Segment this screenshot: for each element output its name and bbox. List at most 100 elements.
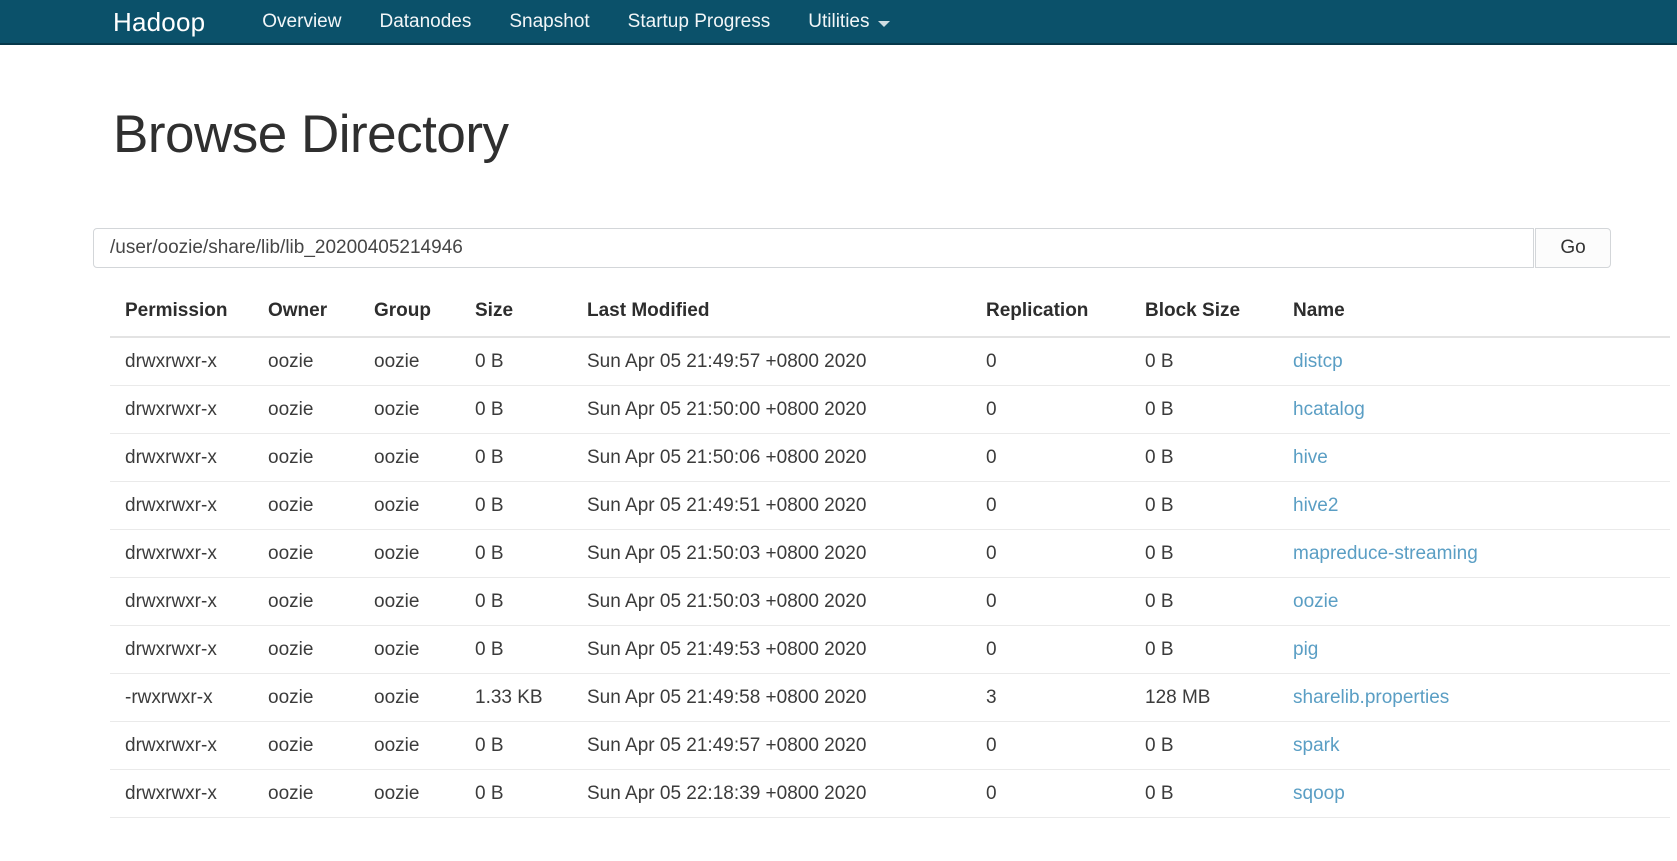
cell-group: oozie xyxy=(374,625,475,674)
cell-name: hcatalog xyxy=(1293,385,1670,434)
cell-name: sharelib.properties xyxy=(1293,673,1670,722)
cell-owner: oozie xyxy=(268,337,374,386)
path-bar: Go xyxy=(93,228,1677,268)
cell-name: oozie xyxy=(1293,577,1670,626)
file-link[interactable]: sharelib.properties xyxy=(1293,687,1449,708)
cell-last-modified: Sun Apr 05 21:50:03 +0800 2020 xyxy=(587,529,986,578)
nav-item-utilities[interactable]: Utilities xyxy=(789,12,909,31)
cell-permission: drwxrwxr-x xyxy=(110,625,268,674)
cell-replication: 0 xyxy=(986,769,1145,818)
column-header-name[interactable]: Name xyxy=(1293,300,1670,338)
cell-name: hive2 xyxy=(1293,481,1670,530)
cell-replication: 0 xyxy=(986,721,1145,770)
column-header-group[interactable]: Group xyxy=(374,300,475,338)
file-listing-table: Permission Owner Group Size Last Modifie… xyxy=(110,300,1670,818)
cell-permission: -rwxrwxr-x xyxy=(110,673,268,722)
cell-size: 0 B xyxy=(475,721,587,770)
cell-size: 0 B xyxy=(475,385,587,434)
table-row: drwxrwxr-x oozie oozie 0 B Sun Apr 05 21:49:… xyxy=(110,721,1670,770)
cell-block-size: 0 B xyxy=(1145,577,1293,626)
column-header-last-modified[interactable]: Last Modified xyxy=(587,300,986,338)
cell-block-size: 0 B xyxy=(1145,769,1293,818)
file-link[interactable]: spark xyxy=(1293,735,1339,756)
file-listing-body: drwxrwxr-x oozie oozie 0 B Sun Apr 05 21:49:… xyxy=(110,337,1670,818)
column-header-replication[interactable]: Replication xyxy=(986,300,1145,338)
cell-size: 0 B xyxy=(475,529,587,578)
cell-replication: 0 xyxy=(986,433,1145,482)
cell-block-size: 0 B xyxy=(1145,529,1293,578)
cell-permission: drwxrwxr-x xyxy=(110,385,268,434)
cell-group: oozie xyxy=(374,577,475,626)
cell-last-modified: Sun Apr 05 21:50:06 +0800 2020 xyxy=(587,433,986,482)
nav-item-datanodes-label: Datanodes xyxy=(379,11,472,32)
cell-owner: oozie xyxy=(268,673,374,722)
cell-block-size: 0 B xyxy=(1145,625,1293,674)
cell-owner: oozie xyxy=(268,433,374,482)
cell-last-modified: Sun Apr 05 21:50:00 +0800 2020 xyxy=(587,385,986,434)
nav-item-snapshot[interactable]: Snapshot xyxy=(490,12,608,31)
cell-size: 0 B xyxy=(475,337,587,386)
nav-item-snapshot-label: Snapshot xyxy=(509,11,590,32)
cell-group: oozie xyxy=(374,433,475,482)
cell-replication: 0 xyxy=(986,625,1145,674)
nav-item-utilities-label: Utilities xyxy=(808,11,870,32)
cell-last-modified: Sun Apr 05 21:49:57 +0800 2020 xyxy=(587,721,986,770)
file-link[interactable]: pig xyxy=(1293,639,1318,660)
column-header-block-size[interactable]: Block Size xyxy=(1145,300,1293,338)
nav-links: Overview Datanodes Snapshot Startup Prog… xyxy=(243,12,909,31)
table-row: drwxrwxr-x oozie oozie 0 B Sun Apr 05 21:49:… xyxy=(110,337,1670,386)
cell-permission: drwxrwxr-x xyxy=(110,577,268,626)
file-link[interactable]: distcp xyxy=(1293,351,1343,372)
cell-last-modified: Sun Apr 05 21:50:03 +0800 2020 xyxy=(587,577,986,626)
nav-item-datanodes[interactable]: Datanodes xyxy=(360,12,490,31)
column-header-permission[interactable]: Permission xyxy=(110,300,268,338)
cell-permission: drwxrwxr-x xyxy=(110,337,268,386)
cell-size: 0 B xyxy=(475,481,587,530)
table-row: -rwxrwxr-x oozie oozie 1.33 KB Sun Apr 05 21… xyxy=(110,673,1670,722)
file-link[interactable]: hcatalog xyxy=(1293,399,1365,420)
go-button[interactable]: Go xyxy=(1535,228,1611,268)
nav-item-startup-progress[interactable]: Startup Progress xyxy=(609,12,790,31)
brand-hadoop[interactable]: Hadoop xyxy=(113,9,205,35)
file-link[interactable]: sqoop xyxy=(1293,783,1345,804)
cell-size: 0 B xyxy=(475,433,587,482)
cell-owner: oozie xyxy=(268,769,374,818)
nav-item-overview-label: Overview xyxy=(262,11,342,32)
table-header-row: Permission Owner Group Size Last Modifie… xyxy=(110,300,1670,338)
cell-owner: oozie xyxy=(268,577,374,626)
file-link[interactable]: hive xyxy=(1293,447,1328,468)
cell-last-modified: Sun Apr 05 22:18:39 +0800 2020 xyxy=(587,769,986,818)
cell-permission: drwxrwxr-x xyxy=(110,721,268,770)
file-link[interactable]: oozie xyxy=(1293,591,1338,612)
table-row: drwxrwxr-x oozie oozie 0 B Sun Apr 05 21:50:… xyxy=(110,433,1670,482)
cell-owner: oozie xyxy=(268,385,374,434)
nav-item-overview[interactable]: Overview xyxy=(243,12,360,31)
cell-group: oozie xyxy=(374,673,475,722)
column-header-owner[interactable]: Owner xyxy=(268,300,374,338)
nav-item-startup-progress-label: Startup Progress xyxy=(627,11,771,32)
cell-permission: drwxrwxr-x xyxy=(110,433,268,482)
page-title: Browse Directory xyxy=(113,105,509,164)
cell-block-size: 0 B xyxy=(1145,337,1293,386)
cell-block-size: 0 B xyxy=(1145,721,1293,770)
cell-group: oozie xyxy=(374,481,475,530)
chevron-down-icon xyxy=(878,20,891,27)
cell-group: oozie xyxy=(374,769,475,818)
cell-size: 0 B xyxy=(475,769,587,818)
cell-last-modified: Sun Apr 05 21:49:51 +0800 2020 xyxy=(587,481,986,530)
cell-block-size: 0 B xyxy=(1145,433,1293,482)
page-body: Browse Directory Go Permission Owner Gro… xyxy=(0,45,1677,861)
cell-last-modified: Sun Apr 05 21:49:53 +0800 2020 xyxy=(587,625,986,674)
cell-permission: drwxrwxr-x xyxy=(110,529,268,578)
cell-owner: oozie xyxy=(268,721,374,770)
cell-block-size: 128 MB xyxy=(1145,673,1293,722)
table-row: drwxrwxr-x oozie oozie 0 B Sun Apr 05 21:50:… xyxy=(110,577,1670,626)
cell-permission: drwxrwxr-x xyxy=(110,769,268,818)
cell-name: mapreduce-streaming xyxy=(1293,529,1670,578)
directory-path-input[interactable] xyxy=(93,228,1534,268)
file-link[interactable]: hive2 xyxy=(1293,495,1338,516)
file-link[interactable]: mapreduce-streaming xyxy=(1293,543,1478,564)
cell-name: spark xyxy=(1293,721,1670,770)
column-header-size[interactable]: Size xyxy=(475,300,587,338)
cell-group: oozie xyxy=(374,337,475,386)
